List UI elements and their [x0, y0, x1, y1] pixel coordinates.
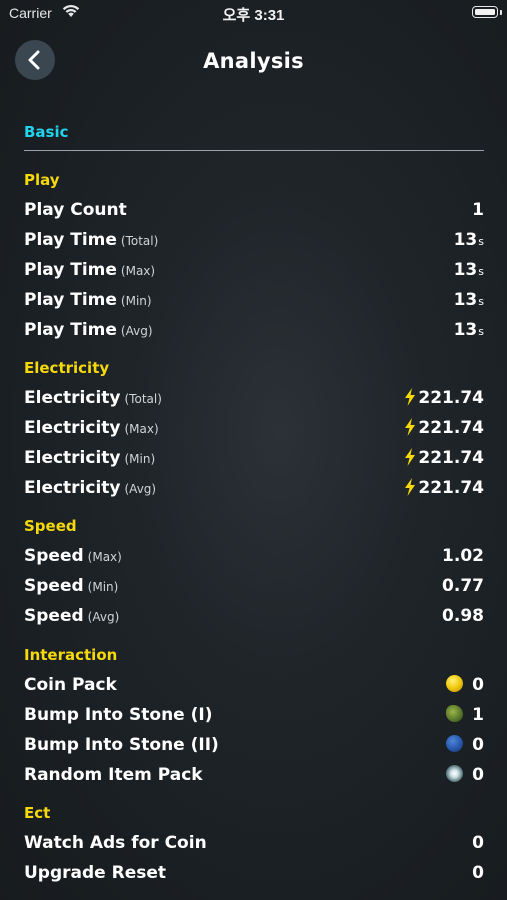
stat-row-play-time-total: Play Time (Total) 13s	[24, 227, 484, 253]
status-bar: Carrier 오후 3:31	[0, 0, 507, 28]
stat-value: 13s	[453, 260, 484, 280]
stat-row-play-time-min: Play Time (Min) 13s	[24, 287, 484, 313]
stat-label: Speed (Min)	[24, 576, 119, 596]
stat-row-bump-stone-1: Bump Into Stone (I) 1	[24, 702, 484, 728]
stat-row-electricity-total: Electricity (Total) 221.74	[24, 385, 484, 411]
stat-label: Speed (Avg)	[24, 606, 120, 626]
blue-stone-icon	[446, 735, 464, 752]
stat-label: Bump Into Stone (I)	[24, 705, 213, 725]
stat-row-upgrade-reset: Upgrade Reset 0	[24, 860, 484, 886]
stat-row-speed-min: Speed (Min) 0.77	[24, 573, 484, 599]
stat-row-play-time-max: Play Time (Max) 13s	[24, 257, 484, 283]
stat-label: Electricity (Max)	[24, 418, 159, 438]
stat-label: Electricity (Total)	[24, 388, 162, 408]
lightning-bolt-icon	[405, 478, 416, 496]
stat-value: 0	[446, 675, 484, 695]
lightning-bolt-icon	[405, 448, 416, 466]
stat-row-electricity-avg: Electricity (Avg) 221.74	[24, 475, 484, 501]
stat-row-speed-max: Speed (Max) 1.02	[24, 543, 484, 569]
coin-icon	[446, 675, 464, 692]
group-title-speed: Speed	[24, 517, 77, 535]
stat-label: Electricity (Avg)	[24, 478, 157, 498]
stat-row-electricity-min: Electricity (Min) 221.74	[24, 445, 484, 471]
group-title-ect: Ect	[24, 804, 51, 822]
lightning-bolt-icon	[405, 418, 416, 436]
stat-value: 221.74	[404, 448, 484, 468]
stat-value: 221.74	[404, 388, 484, 408]
stat-value: 13s	[453, 290, 484, 310]
stat-value: 0	[446, 735, 484, 755]
stat-row-coin-pack: Coin Pack 0	[24, 672, 484, 698]
stat-label: Random Item Pack	[24, 765, 203, 785]
stat-value: 0	[472, 833, 484, 853]
stat-row-speed-avg: Speed (Avg) 0.98	[24, 603, 484, 629]
stat-label: Watch Ads for Coin	[24, 833, 207, 853]
stat-label: Play Time (Total)	[24, 230, 159, 250]
stat-value: 1	[446, 705, 484, 725]
page-title: Analysis	[203, 49, 304, 73]
item-pack-icon	[446, 765, 464, 782]
stat-value: 1	[472, 200, 484, 220]
section-divider	[24, 150, 484, 151]
group-title-electricity: Electricity	[24, 359, 110, 377]
stat-value: 13s	[453, 230, 484, 250]
stat-label: Upgrade Reset	[24, 863, 167, 883]
section-title-basic: Basic	[24, 123, 69, 141]
status-time: 오후 3:31	[222, 7, 285, 24]
stat-label: Speed (Max)	[24, 546, 122, 566]
stat-label: Bump Into Stone (II)	[24, 735, 219, 755]
stat-row-electricity-max: Electricity (Max) 221.74	[24, 415, 484, 441]
stat-row-bump-stone-2: Bump Into Stone (II) 0	[24, 732, 484, 758]
stat-label: Play Count	[24, 200, 127, 220]
stat-value: 0.98	[442, 606, 484, 626]
stat-row-random-item-pack: Random Item Pack 0	[24, 762, 484, 788]
stat-value: 0.77	[442, 576, 484, 596]
stat-label: Play Time (Avg)	[24, 320, 153, 340]
group-title-interaction: Interaction	[24, 646, 118, 664]
stat-row-play-count: Play Count 1	[24, 197, 484, 223]
battery-icon	[472, 6, 498, 18]
stat-value: 221.74	[404, 418, 484, 438]
stat-label: Play Time (Min)	[24, 290, 152, 310]
stat-value: 0	[472, 863, 484, 883]
stat-row-play-time-avg: Play Time (Avg) 13s	[24, 317, 484, 343]
stat-value: 0	[446, 765, 484, 785]
stat-value: 1.02	[442, 546, 484, 566]
stat-value: 221.74	[404, 478, 484, 498]
group-title-play: Play	[24, 171, 60, 189]
battery-tip	[500, 10, 502, 15]
green-stone-icon	[446, 705, 464, 722]
stat-value: 13s	[453, 320, 484, 340]
stat-label: Electricity (Min)	[24, 448, 156, 468]
lightning-bolt-icon	[405, 388, 416, 406]
stat-label: Play Time (Max)	[24, 260, 156, 280]
stat-label: Coin Pack	[24, 675, 117, 695]
stat-row-watch-ads: Watch Ads for Coin 0	[24, 830, 484, 856]
